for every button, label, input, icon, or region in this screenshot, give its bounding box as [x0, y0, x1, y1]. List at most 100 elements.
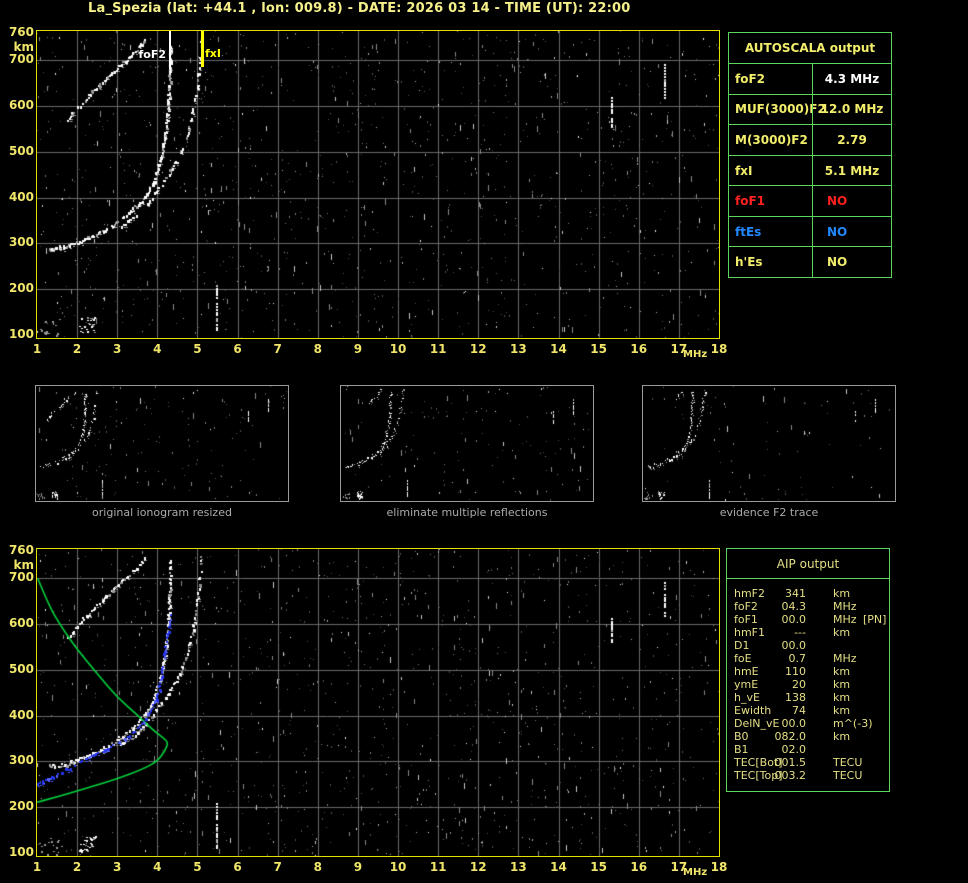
x-tick-label: 12 [469, 860, 487, 874]
aip-row-b1: B1 02.0 [727, 743, 889, 756]
aip-cell: km [833, 626, 851, 639]
x-tick-label: 15 [590, 860, 607, 874]
autoscala-param-label: foF1 [735, 194, 766, 209]
x-tick-label: 11 [429, 342, 447, 356]
aip-row-hve: h_vE 138 km [727, 691, 889, 704]
y-tick-label: 700 [8, 570, 34, 585]
aip-cell: D1 [734, 639, 750, 652]
aip-cell: 00.0 [781, 717, 807, 730]
y-tick-label: 100 [8, 845, 34, 859]
y-tick-label: 760 [8, 543, 34, 557]
aip-cell: km [833, 665, 851, 678]
fof2-label: foF2 [138, 48, 166, 61]
thumbnail-original-ionogram [35, 385, 289, 502]
autoscala-param-value: 12.0 MHz [812, 94, 891, 125]
aip-row-yme: ymE 20 km [727, 678, 889, 691]
aip-table-title: AIP output [727, 549, 889, 579]
x-tick-label: 9 [353, 860, 363, 874]
aip-table-rows: hmF2 341 km foF2 04.3 MHz foF1 00.0 MHz [PN] hmF1 -… [727, 579, 889, 782]
x-tick-label: 7 [273, 342, 282, 356]
aip-cell: foF2 [734, 600, 758, 613]
aip-output-table: AIP output hmF2 341 km foF2 04.3 MHz foF1 00.0 M… [726, 548, 890, 792]
aip-cell: hmF1 [734, 626, 766, 639]
aip-cell: 110 [785, 665, 806, 678]
autoscala-param-label: foF2 [735, 71, 766, 86]
autoscala-param-value: NO [812, 216, 891, 247]
aip-row-delnve: DelN_vE 00.0 m^(-3) [727, 717, 889, 730]
aip-cell: B0 [734, 730, 749, 743]
x-tick-label: 14 [550, 342, 567, 356]
fxi-marker-line [201, 31, 204, 67]
aip-cell: 74 [792, 704, 806, 717]
aip-row-fof1: foF1 00.0 MHz [PN] [727, 613, 889, 626]
autoscala-row-fof2: foF2 4.3 MHz [729, 63, 891, 94]
y-tick-label: 600 [8, 616, 34, 631]
y-tick-label: 500 [8, 661, 34, 676]
aip-cell: TECU [833, 769, 863, 782]
x-tick-label: 4 [153, 342, 162, 356]
autoscala-param-label: MUF(3000)F2 [735, 102, 826, 117]
aip-row-tectop: TEC[Top] 003.2 TECU [727, 769, 889, 782]
aip-cell: 0.7 [788, 652, 807, 665]
autoscala-row-fxi: fxI 5.1 MHz [729, 154, 891, 186]
aip-row-ewidth: Ewidth 74 km [727, 704, 889, 717]
autoscala-output-table: AUTOSCALA output foF2 4.3 MHz MUF(3000)F2 1… [728, 32, 892, 278]
main-ionogram-plot: foF2 fxI [36, 30, 720, 339]
thumbnail3-canvas [643, 386, 895, 501]
aip-cell: 341 [785, 587, 806, 600]
aip-cell: ymE [734, 678, 759, 691]
aip-cell: 00.0 [781, 613, 807, 626]
x-tick-label: 8 [313, 860, 322, 874]
aip-cell: km [833, 678, 851, 691]
aip-row-fof2: foF2 04.3 MHz [727, 600, 889, 613]
autoscala-param-value: 2.79 [812, 125, 891, 155]
autoscala-row-m3000f2: M(3000)F2 2.79 [729, 124, 891, 155]
aip-cell: km [833, 730, 851, 743]
thumbnail-evidence-f2 [642, 385, 896, 502]
autoscala-row-hes: h'Es NO [729, 246, 891, 278]
x-tick-label: 1 [32, 342, 42, 356]
autoscala-param-value: NO [812, 247, 891, 278]
profile-ionogram-canvas [37, 549, 719, 856]
aip-cell: [PN] [863, 613, 887, 626]
y-tick-label: 760 [8, 25, 34, 39]
y-tick-label: 700 [8, 52, 34, 67]
aip-cell: MHz [833, 600, 857, 613]
aip-cell: 02.0 [781, 743, 807, 756]
aip-cell: 082.0 [774, 730, 807, 743]
y-tick-label: 100 [8, 327, 34, 341]
aip-cell: MHz [833, 613, 857, 626]
aip-cell: 001.5 [774, 756, 807, 769]
aip-cell: km [833, 587, 851, 600]
y-tick-label: 600 [8, 98, 34, 113]
y-axis-unit: km [13, 558, 34, 572]
aip-row-hme: hmE 110 km [727, 665, 889, 678]
thumbnail1-canvas [36, 386, 288, 501]
y-tick-label: 200 [8, 281, 34, 296]
x-tick-label: 12 [469, 342, 487, 356]
aip-row-hmf1: hmF1 --- km [727, 626, 889, 639]
x-tick-label: 1 [32, 860, 42, 874]
x-tick-label: 18 [710, 860, 728, 874]
autoscala-param-label: fxI [735, 163, 753, 178]
aip-cell: 138 [785, 691, 806, 704]
aip-cell: 20 [792, 678, 806, 691]
autoscala-param-value: NO [812, 186, 891, 216]
y-tick-label: 200 [8, 799, 34, 814]
autoscala-row-ftes: ftEs NO [729, 215, 891, 247]
y-axis-unit: km [13, 40, 34, 54]
autoscala-param-value: 5.1 MHz [812, 155, 891, 186]
x-tick-label: 10 [389, 342, 407, 356]
aip-cell: B1 [734, 743, 749, 756]
autoscala-row-muf3000f2: MUF(3000)F2 12.0 MHz [729, 93, 891, 125]
x-tick-label: 14 [550, 860, 567, 874]
x-tick-label: 6 [233, 860, 242, 874]
x-tick-label: 4 [153, 860, 162, 874]
aip-cell: MHz [833, 652, 857, 665]
station-title: La_Spezia (lat: +44.1 , lon: 009.8) - DA… [88, 1, 631, 16]
autoscala-table-title: AUTOSCALA output [744, 41, 876, 55]
x-tick-label: 16 [630, 342, 648, 356]
fof2-marker-line [169, 31, 171, 69]
x-tick-label: 9 [353, 342, 363, 356]
aip-cell: km [833, 704, 851, 717]
